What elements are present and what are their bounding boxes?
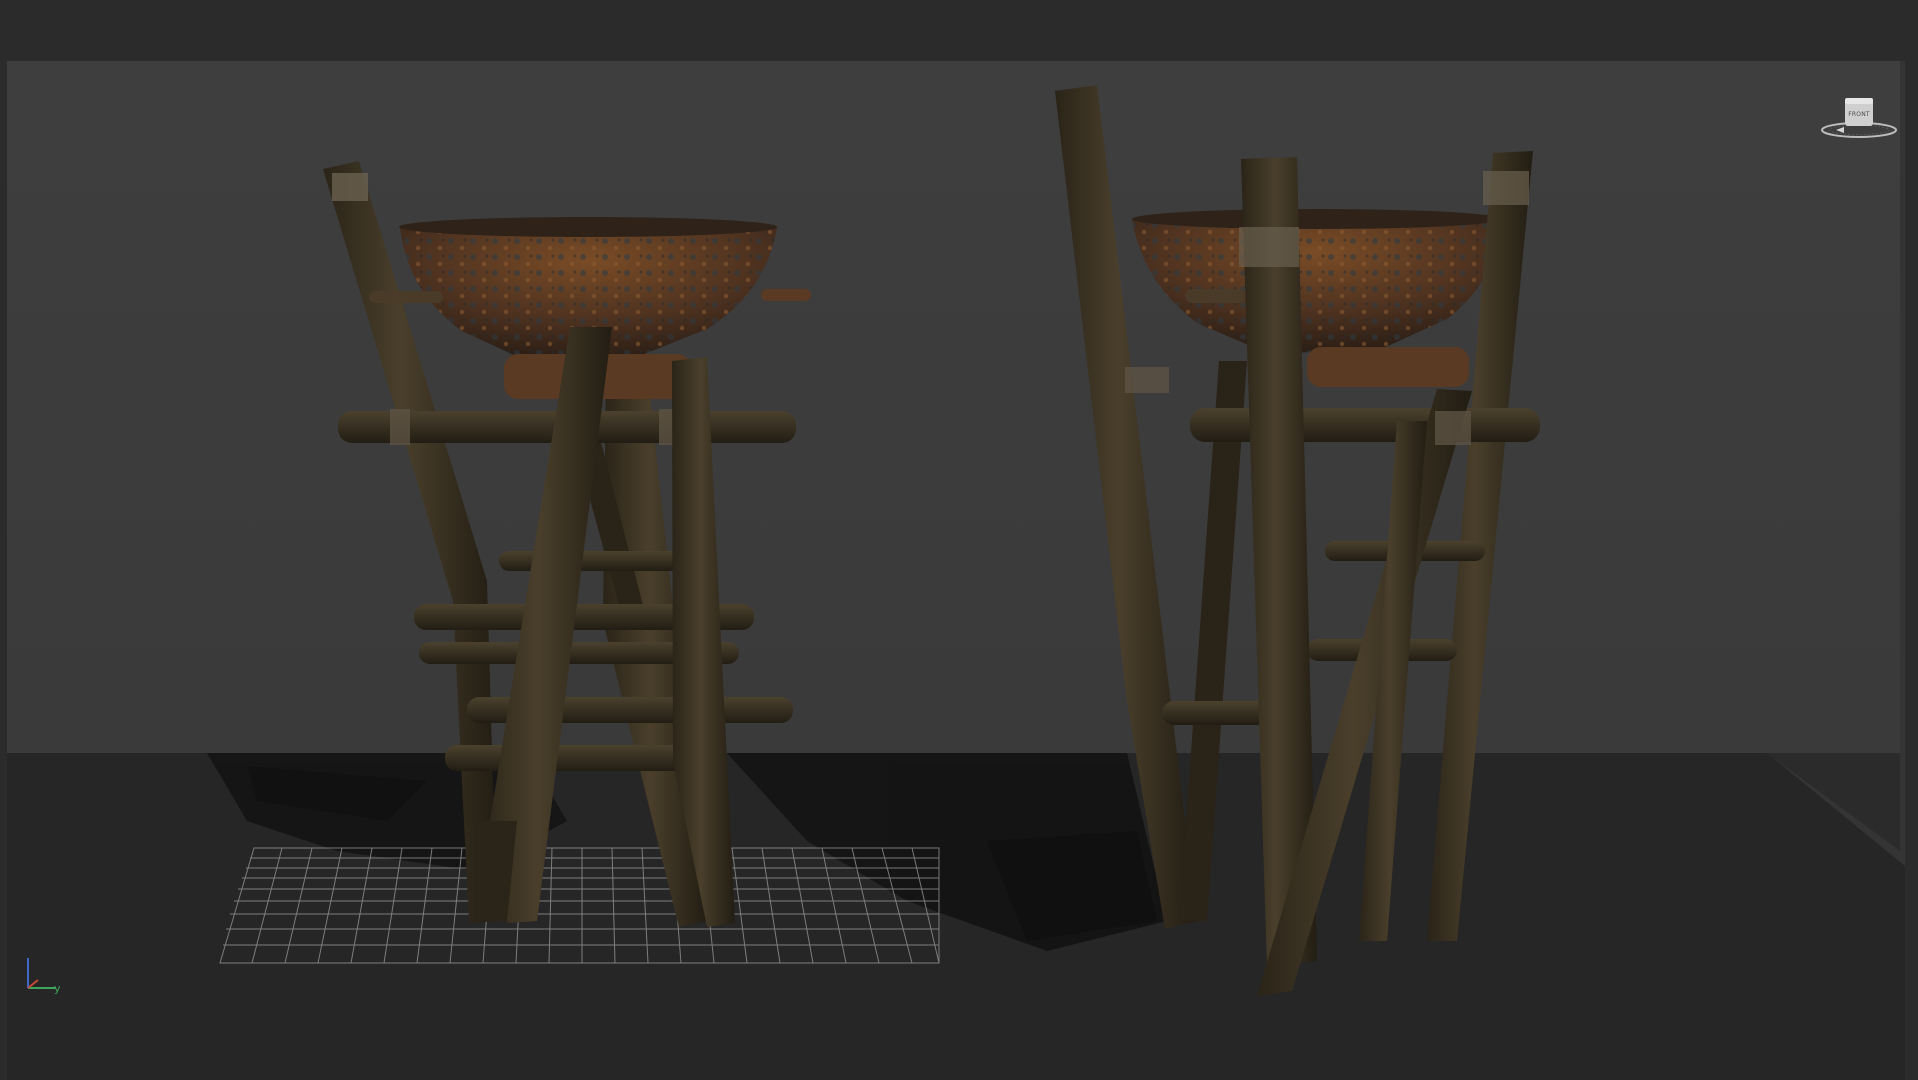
scene-render	[7, 61, 1905, 1080]
view-cube[interactable]	[1818, 90, 1900, 146]
back-wall	[7, 61, 1905, 753]
3d-modeling-app: FRONT y	[0, 0, 1918, 1080]
axis-y-label: y	[54, 982, 61, 995]
3d-viewport[interactable]	[7, 61, 1905, 1080]
axis-gizmo: y	[20, 950, 64, 998]
view-cube-icon	[1821, 98, 1897, 138]
